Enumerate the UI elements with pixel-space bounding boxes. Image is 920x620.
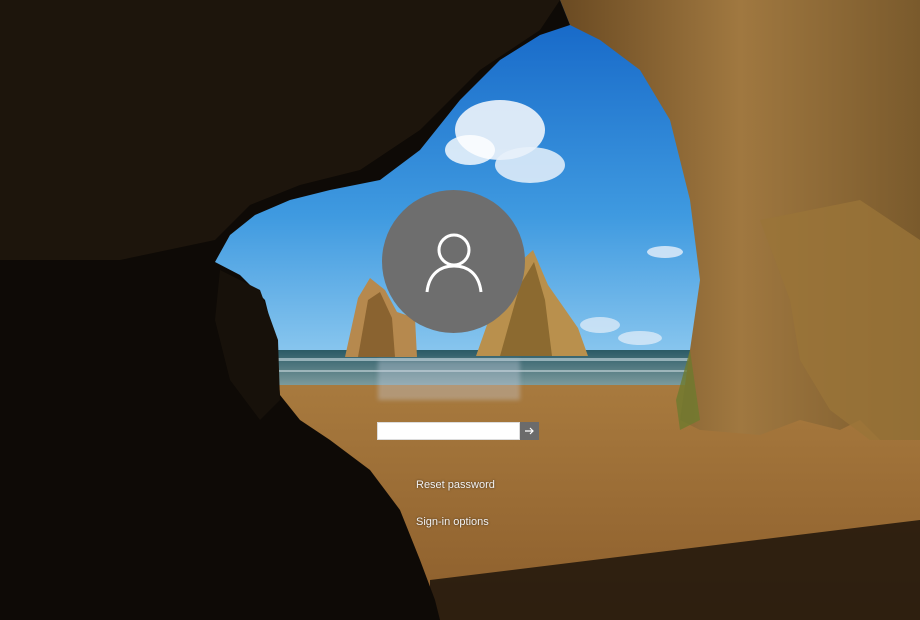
user-avatar xyxy=(382,190,525,333)
reset-password-link[interactable]: Reset password xyxy=(416,479,495,491)
password-row xyxy=(377,422,539,440)
login-screen: Reset password Sign-in options xyxy=(0,0,920,620)
user-silhouette-icon xyxy=(425,233,482,292)
password-input[interactable] xyxy=(377,422,520,440)
arrow-right-icon xyxy=(524,427,534,435)
username-label xyxy=(378,360,520,400)
sign-in-options-link[interactable]: Sign-in options xyxy=(416,516,489,528)
submit-button[interactable] xyxy=(520,422,539,440)
